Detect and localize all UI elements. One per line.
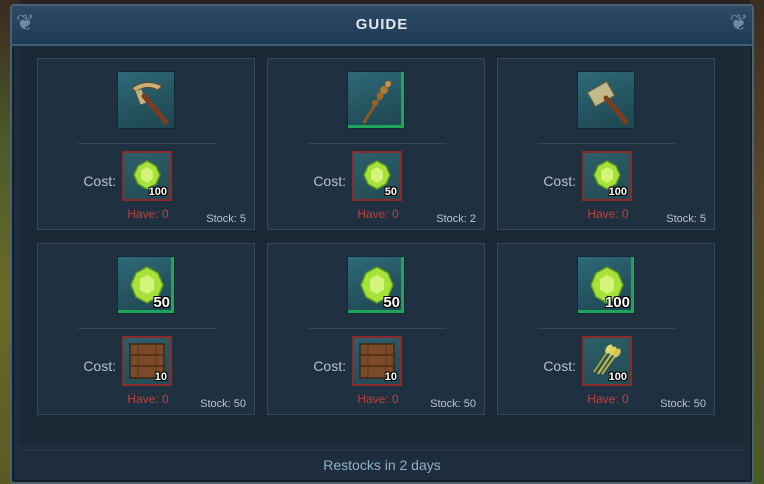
trade-card[interactable]: 50 Cost: 10 Have: 0 Stock: 50 [267,243,485,415]
product-quantity: 100 [604,294,630,311]
cost-quantity: 100 [608,186,627,198]
cost-quantity: 10 [384,371,397,383]
staff-icon [362,80,392,124]
cost-quantity: 10 [154,371,167,383]
panel-title: GUIDE [355,16,409,33]
card-divider [308,143,446,144]
card-divider [308,328,446,329]
trade-card[interactable]: Cost: 100 Have: 0 Stock: 5 [497,58,715,230]
cost-slot[interactable]: 10 [122,336,172,386]
card-divider [78,143,216,144]
cost-label: Cost: [83,358,116,374]
product-slot[interactable] [117,71,175,129]
stock-count: Stock: 5 [206,213,246,225]
restock-timer: Restocks in 2 days [20,450,744,479]
trade-card[interactable]: 50 Cost: 10 Have: 0 Stock: 50 [37,243,255,415]
product-slot[interactable]: 100 [577,256,635,314]
card-divider [538,328,676,329]
product-slot[interactable] [347,71,405,129]
cost-slot[interactable]: 100 [582,336,632,386]
trade-card[interactable]: 100 Cost: 100 Have: 0 Stock: 50 [497,243,715,415]
stock-count: Stock: 5 [666,213,706,225]
shop-panel: ❦ GUIDE ❦ Cost: 100 Have: 0 Stock: 5 Cos… [10,4,754,484]
trade-grid: Cost: 100 Have: 0 Stock: 5 Cost: 50 Have… [20,48,744,444]
trade-card[interactable]: Cost: 100 Have: 0 Stock: 5 [37,58,255,230]
stock-count: Stock: 50 [200,398,246,410]
cost-label: Cost: [543,173,576,189]
stock-count: Stock: 50 [660,398,706,410]
have-count: Have: 0 [127,392,169,406]
corner-ornament-icon: ❦ [729,10,748,35]
cost-label: Cost: [313,173,346,189]
cost-label: Cost: [83,173,116,189]
stock-count: Stock: 50 [430,398,476,410]
card-divider [538,143,676,144]
cost-label: Cost: [313,358,346,374]
product-slot[interactable]: 50 [117,256,175,314]
cost-quantity: 100 [148,186,167,198]
cost-slot[interactable]: 100 [582,151,632,201]
have-count: Have: 0 [357,392,399,406]
have-count: Have: 0 [357,207,399,221]
product-slot[interactable]: 50 [347,256,405,314]
panel-header: ❦ GUIDE ❦ [12,6,752,46]
cost-label: Cost: [543,358,576,374]
pickaxe-icon [131,82,169,125]
have-count: Have: 0 [127,207,169,221]
have-count: Have: 0 [587,207,629,221]
stock-count: Stock: 2 [436,213,476,225]
cost-slot[interactable]: 50 [352,151,402,201]
hammer-icon [586,80,629,125]
cost-slot[interactable]: 100 [122,151,172,201]
cost-slot[interactable]: 10 [352,336,402,386]
cost-quantity: 100 [608,371,627,383]
trade-card[interactable]: Cost: 50 Have: 0 Stock: 2 [267,58,485,230]
product-quantity: 50 [153,294,170,311]
product-quantity: 50 [383,294,400,311]
product-slot[interactable] [577,71,635,129]
have-count: Have: 0 [587,392,629,406]
cost-quantity: 50 [384,186,397,198]
card-divider [78,328,216,329]
